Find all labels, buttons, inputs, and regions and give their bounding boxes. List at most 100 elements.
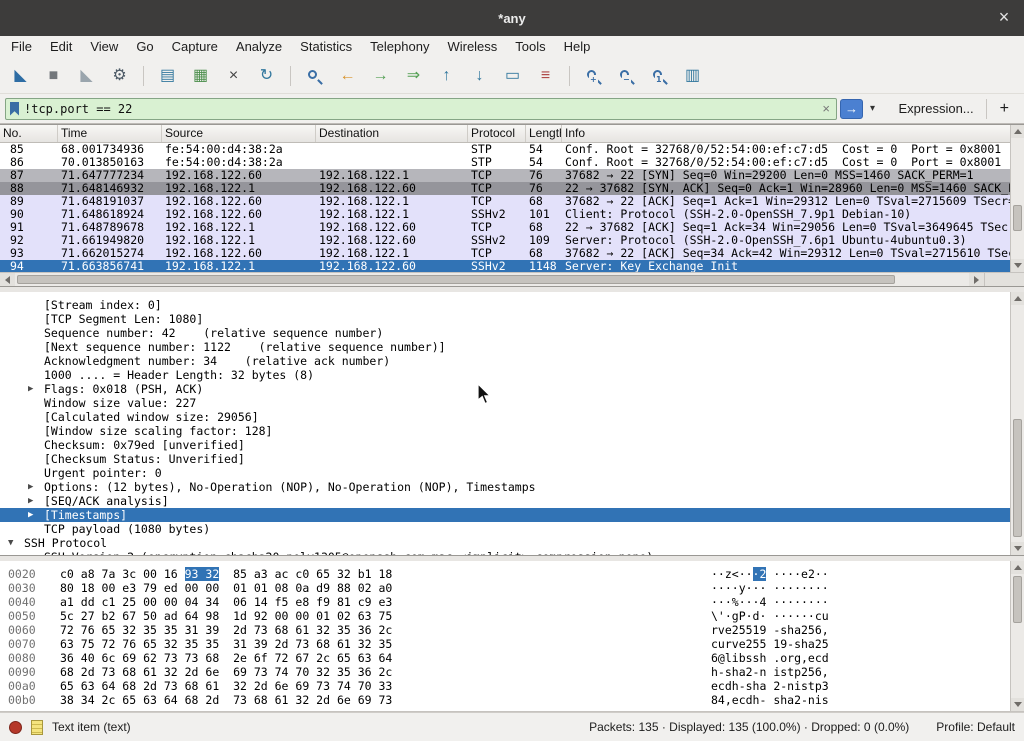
detail-row[interactable]: [Window size scaling factor: 128] [0, 424, 1024, 438]
zoom-out-button[interactable]: − [613, 63, 640, 90]
column-header-no[interactable]: No. [0, 125, 58, 142]
expert-info-icon[interactable] [9, 721, 22, 734]
menu-item-tools[interactable]: Tools [506, 36, 554, 59]
column-header-src[interactable]: Source [162, 125, 316, 142]
packet-list-hscrollbar[interactable] [0, 272, 1024, 286]
expander-closed-icon[interactable]: ▶ [28, 480, 44, 494]
hscroll-track[interactable] [15, 273, 969, 286]
packet-row-89[interactable]: 8971.648191037192.168.122.60192.168.122.… [0, 195, 1010, 208]
detail-row-expandable[interactable]: ▶[Timestamps] [0, 508, 1024, 522]
menu-item-analyze[interactable]: Analyze [227, 36, 291, 59]
expander-open-icon[interactable]: ▼ [8, 536, 24, 550]
statusbar-profile[interactable]: Profile: Default [936, 720, 1015, 734]
find-packet-button[interactable] [301, 63, 328, 90]
save-file-button[interactable]: ▦ [187, 63, 214, 90]
vscroll-thumb[interactable] [1013, 419, 1022, 538]
vscroll-track[interactable] [1011, 574, 1024, 698]
packet-row-87[interactable]: 8771.647777234192.168.122.60192.168.122.… [0, 169, 1010, 182]
resize-columns-button[interactable]: ▥ [679, 63, 706, 90]
bytes-vscrollbar[interactable] [1010, 561, 1024, 711]
display-filter-input[interactable]: !tcp.port == 22 × [5, 98, 837, 120]
hex-row[interactable]: 007063 75 72 76 65 32 35 35 31 39 2d 73 … [0, 637, 1024, 651]
open-file-button[interactable]: ▤ [154, 63, 181, 90]
detail-row[interactable]: [Next sequence number: 1122 (relative se… [0, 340, 1024, 354]
capture-comment-icon[interactable] [31, 720, 43, 735]
detail-row[interactable]: TCP payload (1080 bytes) [0, 522, 1024, 536]
go-last-button[interactable]: ↓ [466, 63, 493, 90]
expression-button[interactable]: Expression... [890, 101, 983, 116]
hex-row[interactable]: 008036 40 6c 69 62 73 73 68 2e 6f 72 67 … [0, 651, 1024, 665]
zoom-in-button[interactable]: + [580, 63, 607, 90]
close-file-button[interactable]: × [220, 63, 247, 90]
filter-clear-icon[interactable]: × [820, 101, 832, 116]
hex-row[interactable]: 006072 76 65 32 35 35 31 39 2d 73 68 61 … [0, 623, 1024, 637]
menu-item-edit[interactable]: Edit [41, 36, 81, 59]
hex-row[interactable]: 00b038 34 2c 65 63 64 68 2d 73 68 61 32 … [0, 693, 1024, 707]
menu-item-file[interactable]: File [2, 36, 41, 59]
go-back-button[interactable]: ← [334, 63, 361, 90]
detail-row-expandable[interactable]: ▶Options: (12 bytes), No-Operation (NOP)… [0, 480, 1024, 494]
vscroll-thumb[interactable] [1013, 576, 1022, 623]
filter-dropdown-caret-icon[interactable]: ▾ [866, 103, 879, 114]
restart-capture-button[interactable]: ◣ [73, 63, 100, 90]
menu-item-telephony[interactable]: Telephony [361, 36, 438, 59]
detail-row-expandable[interactable]: ▶[SEQ/ACK analysis] [0, 494, 1024, 508]
detail-row-expandable[interactable]: ▼SSH Protocol [0, 536, 1024, 550]
go-forward-button[interactable]: → [367, 63, 394, 90]
detail-row[interactable]: Checksum: 0x79ed [unverified] [0, 438, 1024, 452]
detail-row[interactable]: [Checksum Status: Unverified] [0, 452, 1024, 466]
zoom-original-button[interactable]: 1 [646, 63, 673, 90]
menu-item-statistics[interactable]: Statistics [291, 36, 361, 59]
go-to-packet-button[interactable]: ⇒ [400, 63, 427, 90]
auto-scroll-button[interactable]: ▭ [499, 63, 526, 90]
start-capture-button[interactable]: ◣ [7, 63, 34, 90]
menu-item-go[interactable]: Go [127, 36, 162, 59]
packet-row-88[interactable]: 8871.648146932192.168.122.1192.168.122.6… [0, 182, 1010, 195]
column-header-len[interactable]: Length [526, 125, 562, 142]
scroll-down-arrow-icon[interactable] [1011, 542, 1024, 555]
filter-bookmark-icon[interactable] [10, 102, 19, 116]
scroll-down-arrow-icon[interactable] [1011, 259, 1024, 272]
vscroll-track[interactable] [1011, 138, 1024, 259]
filter-add-button[interactable]: + [990, 100, 1019, 118]
window-close-button[interactable]: × [994, 7, 1014, 27]
detail-row[interactable]: [Stream index: 0] [0, 298, 1024, 312]
scroll-right-arrow-icon[interactable] [969, 273, 984, 286]
column-header-dst[interactable]: Destination [316, 125, 468, 142]
scroll-left-arrow-icon[interactable] [0, 273, 15, 286]
hex-row[interactable]: 003080 18 00 e3 79 ed 00 00 01 01 08 0a … [0, 581, 1024, 595]
scroll-up-arrow-icon[interactable] [1011, 292, 1024, 305]
packet-row-90[interactable]: 9071.648618924192.168.122.60192.168.122.… [0, 208, 1010, 221]
detail-row[interactable]: Acknowledgment number: 34 (relative ack … [0, 354, 1024, 368]
packet-row-93[interactable]: 9371.662015274192.168.122.60192.168.122.… [0, 247, 1010, 260]
hex-row[interactable]: 00505c 27 b2 67 50 ad 64 98 1d 92 00 00 … [0, 609, 1024, 623]
menu-item-wireless[interactable]: Wireless [438, 36, 506, 59]
hex-row[interactable]: 0020c0 a8 7a 3c 00 16 93 32 85 a3 ac c0 … [0, 567, 1024, 581]
vscroll-thumb[interactable] [1013, 205, 1022, 232]
column-header-proto[interactable]: Protocol [468, 125, 526, 142]
detail-row[interactable]: Urgent pointer: 0 [0, 466, 1024, 480]
expander-closed-icon[interactable]: ▶ [28, 382, 44, 396]
scroll-down-arrow-icon[interactable] [1011, 698, 1024, 711]
detail-row[interactable]: Sequence number: 42 (relative sequence n… [0, 326, 1024, 340]
filter-text[interactable]: !tcp.port == 22 [24, 102, 815, 116]
expander-closed-icon[interactable]: ▶ [28, 494, 44, 508]
go-first-button[interactable]: ↑ [433, 63, 460, 90]
column-header-info[interactable]: Info [562, 125, 1010, 142]
reload-button[interactable]: ↻ [253, 63, 280, 90]
details-vscrollbar[interactable] [1010, 292, 1024, 555]
menu-item-capture[interactable]: Capture [163, 36, 227, 59]
packet-row-92[interactable]: 9271.661949820192.168.122.1192.168.122.6… [0, 234, 1010, 247]
filter-apply-button[interactable]: → [840, 99, 863, 119]
detail-row[interactable]: [Calculated window size: 29056] [0, 410, 1024, 424]
capture-options-button[interactable]: ⚙ [106, 63, 133, 90]
packet-row-85[interactable]: 8568.001734936fe:54:00:d4:38:2aSTP54Conf… [0, 143, 1010, 156]
packet-list-vscrollbar[interactable] [1010, 125, 1024, 272]
hscroll-thumb[interactable] [17, 275, 895, 284]
scroll-up-arrow-icon[interactable] [1011, 561, 1024, 574]
detail-row[interactable]: [TCP Segment Len: 1080] [0, 312, 1024, 326]
detail-row[interactable]: 1000 .... = Header Length: 32 bytes (8) [0, 368, 1024, 382]
vscroll-track[interactable] [1011, 305, 1024, 542]
stop-capture-button[interactable]: ■ [40, 63, 67, 90]
menu-item-help[interactable]: Help [555, 36, 600, 59]
